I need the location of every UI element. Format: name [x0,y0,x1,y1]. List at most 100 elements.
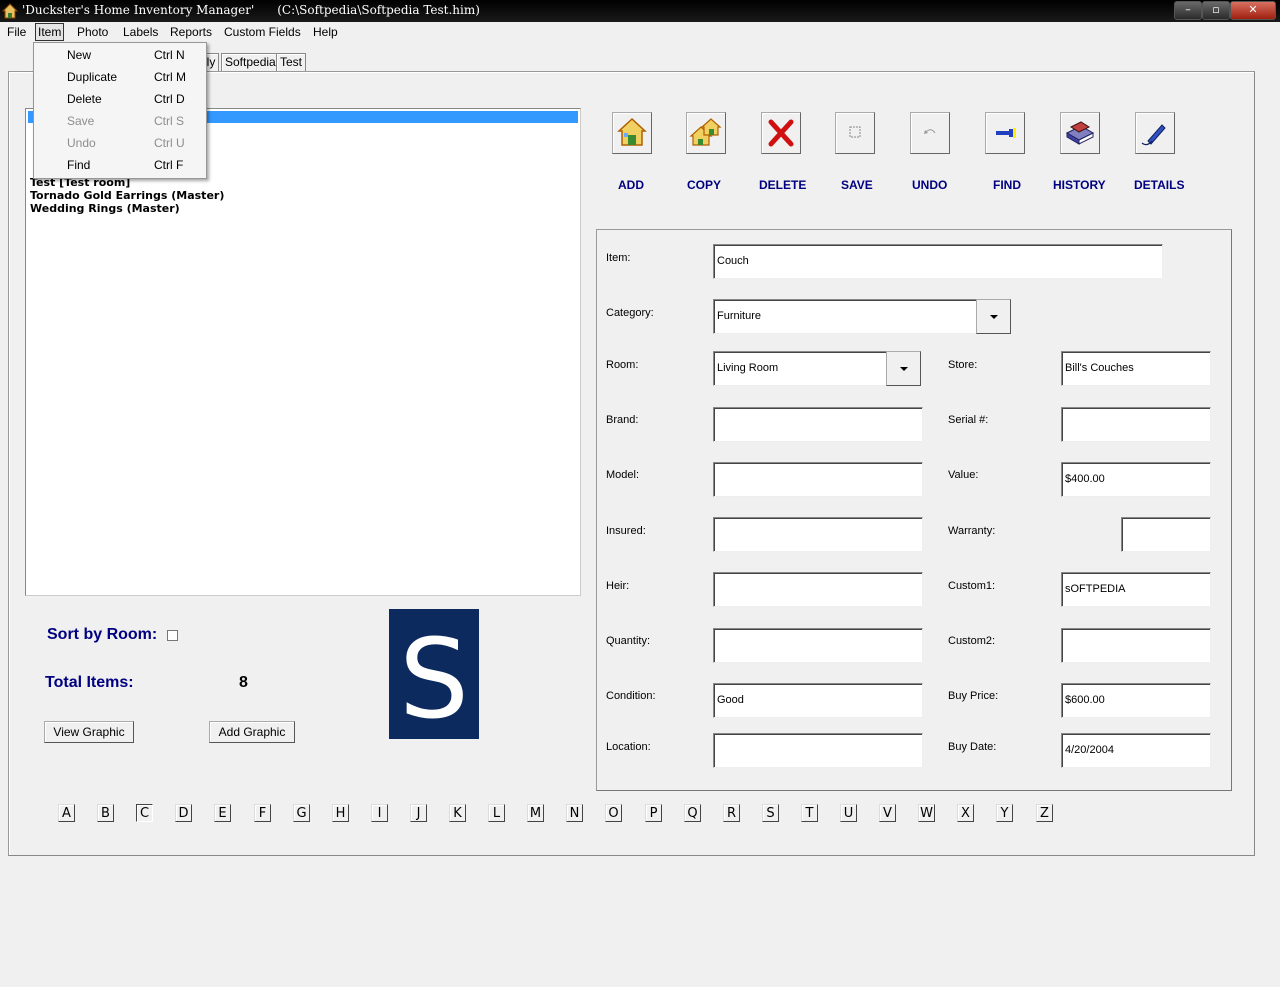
list-item[interactable]: Wedding Rings (Master) [30,202,180,215]
brand-field[interactable] [713,407,923,442]
letter-button-n[interactable]: N [566,804,583,822]
quantity-field[interactable] [713,628,923,663]
sort-by-room-label: Sort by Room: [47,626,158,643]
letter-button-a[interactable]: A [58,804,75,822]
menu-duplicate[interactable]: Duplicate Ctrl M [34,66,206,88]
letter-button-v[interactable]: V [879,804,896,822]
condition-field[interactable]: Good [713,683,923,718]
minimize-button[interactable]: – [1174,1,1202,20]
buy-price-field[interactable]: $600.00 [1061,683,1211,718]
add-button[interactable] [612,112,652,154]
letter-button-w[interactable]: W [918,804,935,822]
maximize-button[interactable]: ▫ [1202,1,1230,20]
letter-button-y[interactable]: Y [996,804,1013,822]
insured-field[interactable] [713,517,923,552]
letter-button-f[interactable]: F [254,804,271,822]
letter-button-g[interactable]: G [293,804,310,822]
custom1-label: Custom1: [948,580,996,592]
location-field[interactable] [713,733,923,768]
letter-button-j[interactable]: J [410,804,427,822]
letter-button-h[interactable]: H [332,804,349,822]
letter-button-p[interactable]: P [645,804,662,822]
add-label[interactable]: ADD [618,178,644,192]
delete-button[interactable] [761,112,801,154]
menu-custom-fields[interactable]: Custom Fields [224,25,301,39]
history-button[interactable] [1060,112,1100,154]
copy-button[interactable] [686,112,726,154]
menu-item[interactable]: Item [35,23,65,41]
add-graphic-button[interactable]: Add Graphic [209,721,295,743]
buy-date-field[interactable]: 4/20/2004 [1061,733,1211,768]
custom2-field[interactable] [1061,628,1211,663]
delete-label[interactable]: DELETE [759,178,806,192]
letter-button-m[interactable]: M [527,804,544,822]
books-icon [1065,121,1095,145]
details-label[interactable]: DETAILS [1134,178,1184,192]
category-dropdown-button[interactable] [976,299,1011,334]
copy-label[interactable]: COPY [687,178,721,192]
menu-new[interactable]: New Ctrl N [34,44,206,66]
letter-button-q[interactable]: Q [684,804,701,822]
letter-button-d[interactable]: D [175,804,192,822]
letter-button-r[interactable]: R [723,804,740,822]
letter-button-s[interactable]: S [762,804,779,822]
menu-labels[interactable]: Labels [123,25,158,39]
menu-find[interactable]: Find Ctrl F [34,154,206,176]
letter-button-t[interactable]: T [801,804,818,822]
save-label[interactable]: SAVE [841,178,873,192]
letter-button-i[interactable]: I [371,804,388,822]
details-button[interactable] [1135,112,1175,154]
custom1-field[interactable]: sOFTPEDIA [1061,572,1211,607]
room-field[interactable]: Living Room [713,351,887,386]
room-dropdown-button[interactable] [886,351,921,386]
warranty-field[interactable] [1121,517,1211,552]
item-field[interactable]: Couch [713,244,1163,279]
tab-softpedia[interactable]: Softpedia [221,53,280,72]
letter-button-z[interactable]: Z [1036,804,1053,822]
save-button[interactable] [835,112,875,154]
buy-date-label: Buy Date: [948,741,997,753]
menu-delete[interactable]: Delete Ctrl D [34,88,206,110]
red-x-icon [768,119,794,147]
close-button[interactable]: ✕ [1230,1,1276,20]
quantity-label: Quantity: [606,635,651,647]
menu-reports[interactable]: Reports [170,25,212,39]
location-label: Location: [606,741,651,753]
letter-button-o[interactable]: O [605,804,622,822]
menu-help[interactable]: Help [313,25,338,39]
store-label: Store: [948,359,978,371]
heir-field[interactable] [713,572,923,607]
letter-button-x[interactable]: X [957,804,974,822]
model-field[interactable] [713,462,923,497]
tab-test[interactable]: Test [276,53,307,72]
find-button[interactable] [985,112,1025,154]
house-copy-icon [689,118,722,146]
store-field[interactable]: Bill's Couches [1061,351,1211,386]
undo-label[interactable]: UNDO [912,178,947,192]
item-menu-dropdown: New Ctrl N Duplicate Ctrl M Delete Ctrl D S… [33,42,207,179]
list-item[interactable]: Tornado Gold Earrings (Master) [30,189,224,202]
sort-by-room-checkbox[interactable] [167,630,178,641]
view-graphic-button[interactable]: View Graphic [44,721,134,743]
letter-button-k[interactable]: K [449,804,466,822]
menu-photo[interactable]: Photo [77,25,108,39]
find-label[interactable]: FIND [993,178,1021,192]
letter-button-l[interactable]: L [488,804,505,822]
menu-file[interactable]: File [7,25,26,39]
category-label: Category: [606,307,654,319]
undo-icon [924,129,936,134]
letter-button-e[interactable]: E [214,804,231,822]
warranty-label: Warranty: [948,525,996,537]
insured-label: Insured: [606,525,646,537]
category-field[interactable]: Furniture [713,299,977,334]
value-field[interactable]: $400.00 [1061,462,1211,497]
item-list[interactable]: Test [Test room] Tornado Gold Earrings (… [25,108,581,596]
history-label[interactable]: HISTORY [1053,178,1106,192]
letter-button-b[interactable]: B [97,804,114,822]
serial-field[interactable] [1061,407,1211,442]
letter-button-u[interactable]: U [840,804,857,822]
undo-button[interactable] [910,112,950,154]
condition-label: Condition: [606,690,656,702]
window-title: 'Duckster's Home Inventory Manager' (C:\… [22,3,480,17]
letter-button-c[interactable]: C [136,804,153,822]
